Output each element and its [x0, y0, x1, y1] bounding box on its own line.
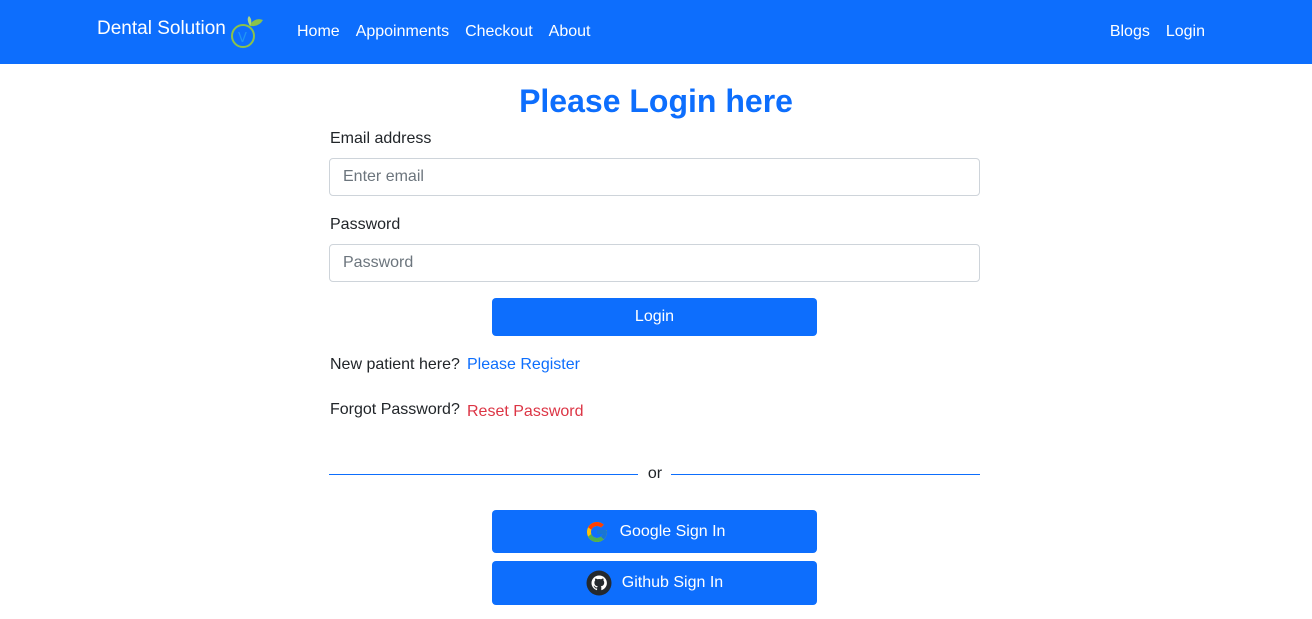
- github-icon: [586, 570, 612, 596]
- navbar: Dental Solution V Home Appoinments Check…: [0, 0, 1312, 64]
- nav-link-about[interactable]: About: [549, 20, 591, 44]
- forgot-password-text: Forgot Password?: [330, 401, 460, 418]
- brand[interactable]: Dental Solution V: [97, 14, 264, 50]
- nav-link-home[interactable]: Home: [297, 20, 340, 44]
- divider-right: [671, 474, 980, 475]
- github-sign-in-label: Github Sign In: [621, 574, 724, 591]
- nav-link-login[interactable]: Login: [1166, 20, 1205, 44]
- tooth-leaf-logo-icon: V: [228, 14, 264, 50]
- password-field[interactable]: [329, 244, 980, 282]
- email-label: Email address: [330, 130, 432, 147]
- login-button-label: Login: [634, 308, 675, 325]
- email-field[interactable]: [329, 158, 980, 196]
- nav-link-checkout[interactable]: Checkout: [465, 20, 533, 44]
- google-icon: [584, 519, 610, 545]
- reset-password-link[interactable]: Reset Password: [467, 401, 584, 423]
- login-button[interactable]: Login: [492, 298, 817, 336]
- github-sign-in-button[interactable]: Github Sign In: [492, 561, 817, 605]
- nav-right: Blogs Login: [1110, 20, 1205, 44]
- divider-left: [329, 474, 638, 475]
- svg-text:V: V: [238, 31, 247, 46]
- divider-or: or: [647, 465, 663, 482]
- new-patient-text: New patient here?: [330, 356, 460, 373]
- brand-name[interactable]: Dental Solution: [97, 14, 226, 44]
- google-sign-in-button[interactable]: Google Sign In: [492, 510, 817, 553]
- google-sign-in-label: Google Sign In: [619, 522, 726, 540]
- nav-link-appoinments[interactable]: Appoinments: [356, 20, 449, 44]
- page-title: Please Login here: [519, 83, 793, 119]
- nav-left: Home Appoinments Checkout About: [297, 20, 590, 44]
- register-link[interactable]: Please Register: [467, 354, 580, 376]
- password-label: Password: [330, 216, 401, 233]
- nav-link-blogs[interactable]: Blogs: [1110, 20, 1150, 44]
